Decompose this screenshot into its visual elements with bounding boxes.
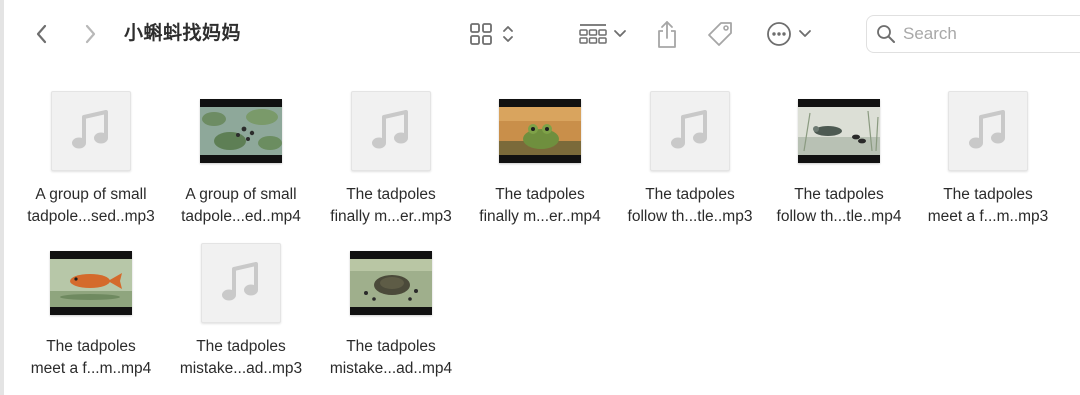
file-item[interactable]: A group of small tadpole...sed..mp3 (14, 84, 168, 234)
file-thumbnail (798, 90, 880, 172)
file-name: The tadpoles follow th...tle..mp4 (776, 186, 902, 225)
music-note-icon (222, 262, 258, 301)
music-note-icon (671, 110, 707, 149)
search-input[interactable] (903, 24, 1073, 44)
file-name: The tadpoles finally m...er..mp3 (330, 186, 452, 225)
video-thumbnail-turtle-reeds (798, 99, 880, 163)
file-item[interactable]: The tadpoles mistake...ad..mp3 (164, 236, 318, 386)
window-title: 小蝌蚪找妈妈 (124, 23, 242, 44)
icon-grid-view-icon (470, 23, 492, 45)
file-name: A group of small tadpole...ed..mp4 (181, 186, 301, 225)
more-actions-button[interactable] (760, 18, 818, 50)
finder-toolbar: 小蝌蚪找妈妈 (0, 0, 1080, 70)
tags-button[interactable] (702, 16, 738, 52)
file-thumbnail (499, 90, 581, 172)
video-thumbnail-pond-leaves (200, 99, 282, 163)
music-note-icon (72, 110, 108, 149)
file-name: The tadpoles finally m...er..mp4 (479, 186, 601, 225)
share-icon (658, 21, 676, 48)
file-thumbnail (649, 90, 731, 172)
audio-file-icon (650, 91, 730, 171)
file-name: The tadpoles mistake...ad..mp4 (329, 338, 453, 377)
file-item[interactable]: The tadpoles follow th...tle..mp3 (613, 84, 767, 234)
file-name: The tadpoles meet a f...m..mp3 (927, 186, 1049, 225)
tag-icon (708, 22, 732, 46)
audio-file-icon (948, 91, 1028, 171)
file-thumbnail (350, 90, 432, 172)
video-thumbnail-frog-sunset (499, 99, 581, 163)
chevron-down-icon (799, 30, 811, 37)
file-thumbnail (200, 90, 282, 172)
back-button[interactable] (26, 18, 58, 50)
file-name: The tadpoles meet a f...m..mp4 (30, 338, 152, 377)
group-by-icon (579, 24, 607, 44)
file-name: A group of small tadpole...sed..mp3 (27, 186, 155, 225)
file-item[interactable]: The tadpoles meet a f...m..mp3 (911, 84, 1065, 234)
file-item[interactable]: The tadpoles finally m...er..mp4 (463, 84, 617, 234)
file-thumbnail (200, 242, 282, 324)
file-thumbnail (350, 242, 432, 324)
file-item[interactable]: The tadpoles follow th...tle..mp4 (762, 84, 916, 234)
chevron-left-icon (36, 24, 47, 44)
file-item[interactable]: A group of small tadpole...ed..mp4 (164, 84, 318, 234)
view-mode-button[interactable] (464, 18, 520, 50)
chevron-right-icon (85, 24, 96, 44)
video-thumbnail-goldfish (50, 251, 132, 315)
file-thumbnail (50, 90, 132, 172)
file-name: The tadpoles follow th...tle..mp3 (627, 186, 753, 225)
forward-button[interactable] (74, 18, 106, 50)
search-icon (869, 24, 903, 44)
file-thumbnail (50, 242, 132, 324)
group-by-button[interactable] (574, 18, 632, 50)
file-item[interactable]: The tadpoles mistake...ad..mp4 (314, 236, 468, 386)
file-item[interactable]: The tadpoles meet a f...m..mp4 (14, 236, 168, 386)
file-item[interactable]: The tadpoles finally m...er..mp3 (314, 84, 468, 234)
video-thumbnail-crab-pond (350, 251, 432, 315)
music-note-icon (969, 110, 1005, 149)
chevron-down-icon (614, 30, 626, 37)
audio-file-icon (201, 243, 281, 323)
music-note-icon (372, 110, 408, 149)
file-name: The tadpoles mistake...ad..mp3 (179, 338, 303, 377)
share-button[interactable] (650, 16, 684, 52)
file-thumbnail (947, 90, 1029, 172)
audio-file-icon (351, 91, 431, 171)
search-field[interactable] (866, 15, 1080, 53)
chevron-updown-icon (503, 26, 513, 42)
ellipsis-circle-icon (767, 22, 791, 46)
audio-file-icon (51, 91, 131, 171)
